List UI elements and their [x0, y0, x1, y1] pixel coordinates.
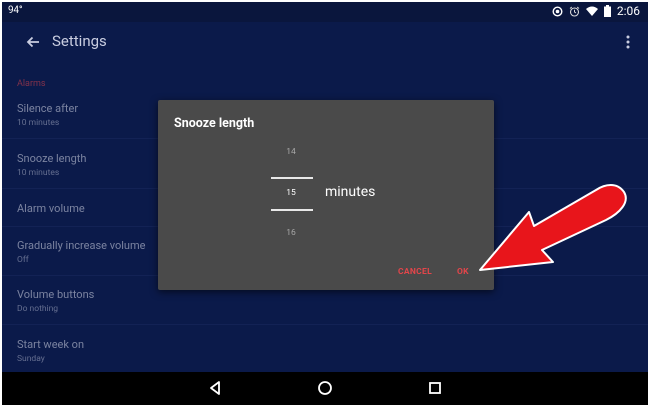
- alarm-clock-icon: [569, 6, 580, 17]
- setting-title: Volume buttons: [17, 288, 95, 301]
- setting-subtitle: 10 minutes: [17, 118, 60, 128]
- setting-title: Silence after: [17, 102, 79, 115]
- alarm-active-icon: [552, 5, 563, 17]
- picker-previous-value[interactable]: 14: [271, 147, 311, 157]
- picker-selected-value[interactable]: 15: [271, 188, 311, 198]
- setting-volume-buttons[interactable]: Volume buttons Do nothing: [2, 288, 648, 338]
- device-screen: 94° 2:06 Settings Alarms Silence after 1…: [2, 2, 648, 405]
- status-temperature: 94°: [8, 5, 23, 16]
- wifi-icon: [585, 6, 598, 16]
- setting-subtitle: 10 minutes: [17, 168, 60, 178]
- section-header-alarms: Alarms: [17, 79, 46, 89]
- page-title: Settings: [52, 32, 107, 50]
- divider: [2, 324, 648, 325]
- setting-subtitle: Off: [17, 255, 29, 265]
- back-triangle-icon[interactable]: [207, 380, 223, 396]
- red-arrow-annotation-icon: [479, 184, 627, 271]
- snooze-length-dialog: Snooze length 14 15 16 minutes CANCEL OK: [158, 100, 494, 290]
- recents-square-icon[interactable]: [427, 380, 443, 396]
- picker-next-value[interactable]: 16: [271, 228, 311, 238]
- picker-divider-bottom: [271, 209, 313, 211]
- setting-title: Start week on: [17, 338, 85, 351]
- home-circle-icon[interactable]: [317, 380, 333, 396]
- dialog-title: Snooze length: [174, 116, 255, 131]
- battery-icon: [603, 5, 611, 17]
- status-time: 2:06: [616, 4, 640, 18]
- setting-subtitle: Sunday: [17, 354, 45, 364]
- setting-title: Alarm volume: [17, 202, 85, 215]
- more-vert-icon[interactable]: [624, 32, 632, 52]
- picker-divider-top: [271, 177, 313, 179]
- setting-title: Snooze length: [17, 152, 87, 165]
- navigation-bar: [2, 372, 648, 405]
- status-bar: 94° 2:06: [2, 2, 648, 22]
- arrow-back-icon[interactable]: [22, 31, 44, 53]
- cancel-button[interactable]: CANCEL: [398, 267, 432, 277]
- setting-subtitle: Do nothing: [17, 304, 59, 314]
- app-bar: Settings: [2, 22, 648, 62]
- ok-button[interactable]: OK: [457, 267, 469, 277]
- setting-title: Gradually increase volume: [17, 239, 146, 252]
- picker-unit-label: minutes: [325, 184, 376, 200]
